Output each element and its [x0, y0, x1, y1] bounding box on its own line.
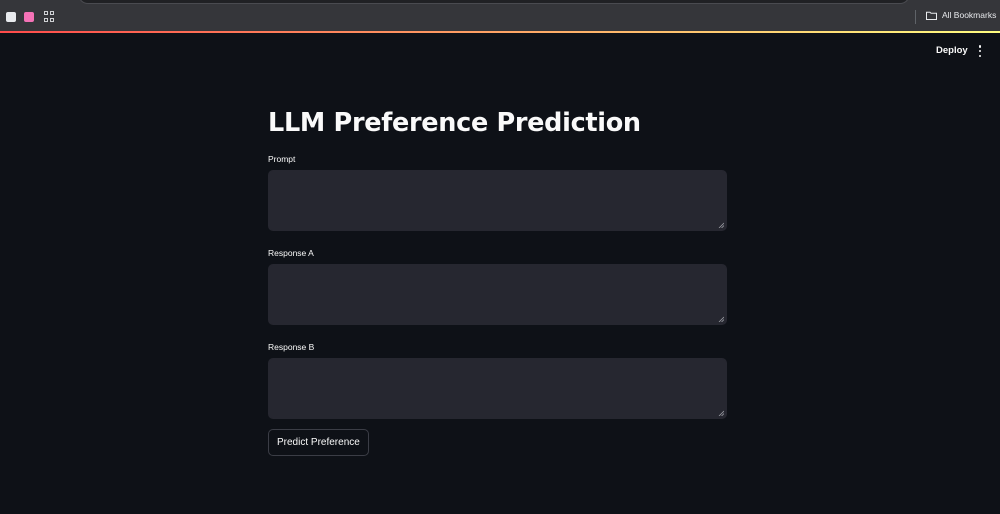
- omnibox-edge[interactable]: [78, 0, 910, 4]
- prompt-label: Prompt: [268, 154, 296, 164]
- response-a-textarea[interactable]: [269, 265, 726, 324]
- bookmarks-divider: [915, 10, 916, 24]
- prompt-field: Prompt: [268, 154, 727, 231]
- prompt-textarea[interactable]: [269, 171, 726, 230]
- all-bookmarks-button[interactable]: All Bookmarks: [926, 10, 996, 20]
- response-a-textarea-wrapper: [268, 264, 727, 325]
- apps-grid-icon[interactable]: [44, 11, 55, 22]
- response-b-textarea-wrapper: [268, 358, 727, 419]
- app-header: Deploy: [0, 33, 1000, 69]
- blank-page-icon[interactable]: [6, 12, 16, 22]
- bookmarks-bar: All Bookmarks: [0, 0, 1000, 32]
- prompt-textarea-wrapper: [268, 170, 727, 231]
- pink-square-icon[interactable]: [24, 12, 34, 22]
- response-b-textarea[interactable]: [269, 359, 726, 418]
- response-a-field: Response A: [268, 248, 727, 325]
- main-container: LLM Preference Prediction Prompt Respons…: [268, 100, 727, 456]
- kebab-menu-icon[interactable]: [973, 45, 987, 57]
- folder-icon: [926, 11, 937, 20]
- deploy-button[interactable]: Deploy: [928, 42, 976, 60]
- page-title: LLM Preference Prediction: [268, 108, 641, 138]
- predict-preference-button[interactable]: Predict Preference: [268, 429, 369, 456]
- all-bookmarks-label: All Bookmarks: [942, 10, 997, 20]
- response-b-field: Response B: [268, 342, 727, 419]
- response-b-label: Response B: [268, 342, 315, 352]
- response-a-label: Response A: [268, 248, 314, 258]
